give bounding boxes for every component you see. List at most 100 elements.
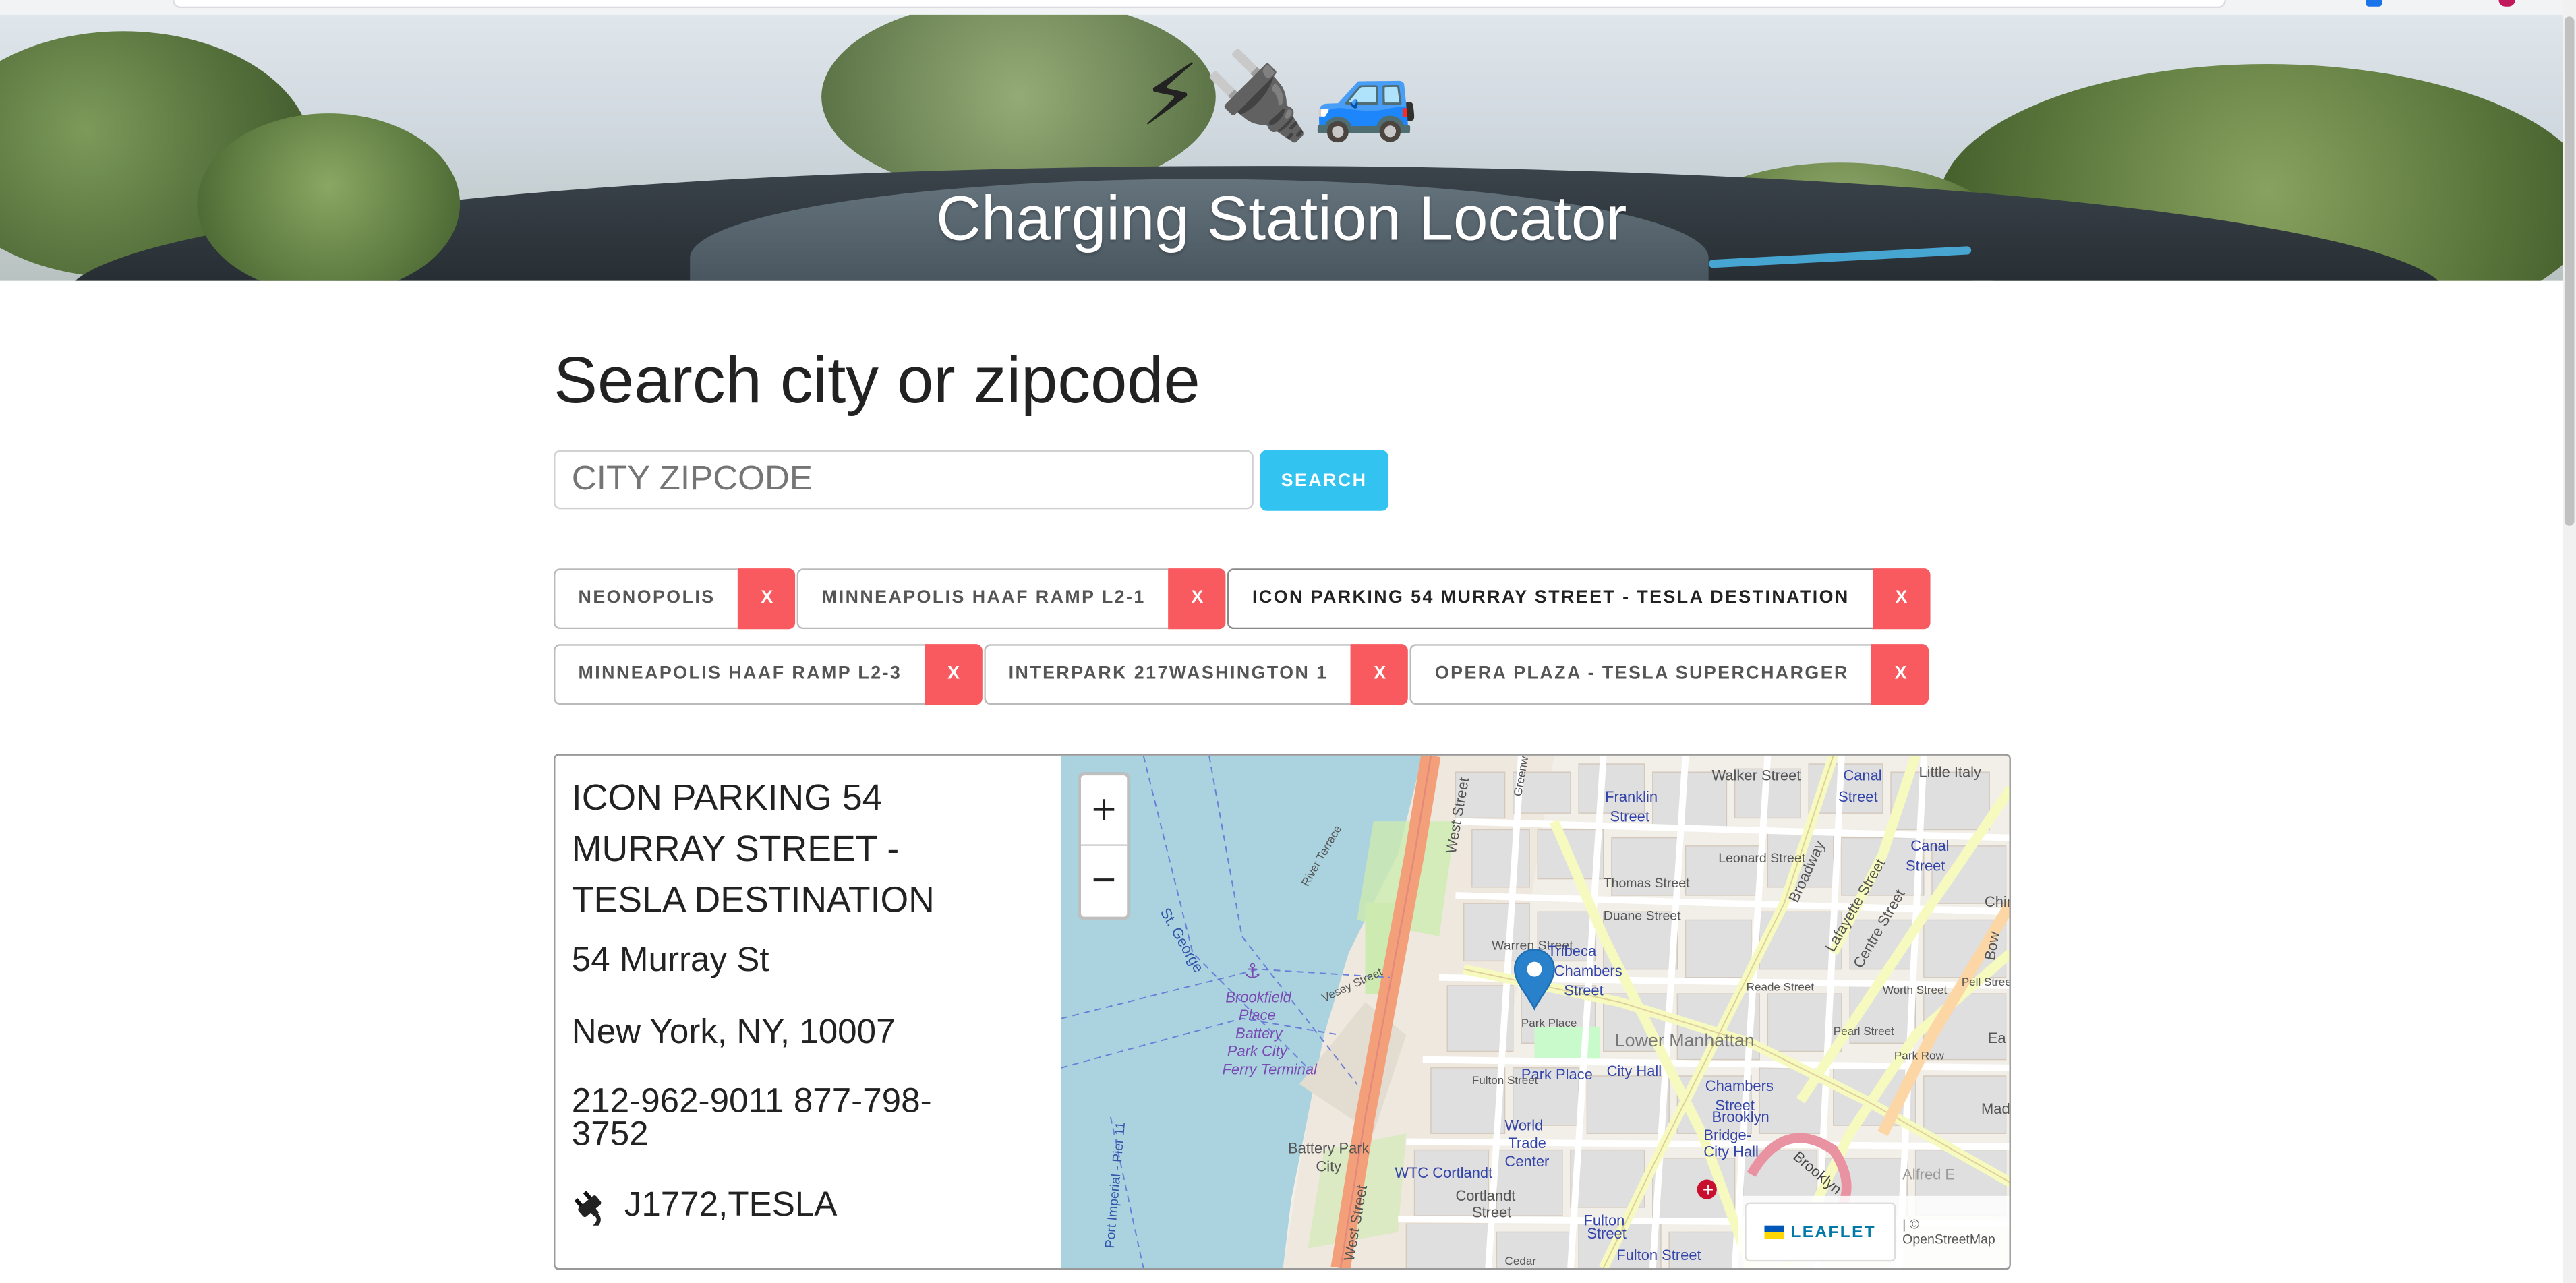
station-connector-types: J1772,TESLA: [624, 1186, 838, 1224]
map-label: Center: [1505, 1153, 1550, 1170]
map-label: Madis: [1981, 1100, 2011, 1117]
saved-stations-row: NEONOPOLIS X MINNEAPOLIS HAAF RAMP L2-1 …: [553, 568, 1931, 630]
map-label: City: [1316, 1158, 1341, 1174]
map-label: Place: [1239, 1007, 1276, 1023]
station-name: ICON PARKING 54 MURRAY STREET - TESLA DE…: [571, 777, 935, 920]
map-label: Bridge-: [1703, 1127, 1751, 1143]
map-label: Worth Street: [1883, 984, 1948, 996]
map-attribution: LEAFLET | © OpenStreetMap: [1738, 1195, 2010, 1269]
map[interactable]: Walker Street Canal Street Little Italy …: [1061, 755, 2011, 1269]
saved-station-chip: MINNEAPOLIS HAAF RAMP L2-1 X: [797, 568, 1227, 630]
map-label: Tribeca: [1548, 943, 1597, 959]
zoom-out-button[interactable]: −: [1081, 846, 1127, 917]
saved-station-button[interactable]: INTERPARK 217WASHINGTON 1: [984, 644, 1351, 705]
map-label: Street: [1587, 1225, 1626, 1242]
saved-station-chip: NEONOPOLIS X: [553, 568, 796, 630]
saved-stations: NEONOPOLIS X MINNEAPOLIS HAAF RAMP L2-1 …: [553, 568, 1931, 719]
ukraine-flag-icon: [1764, 1225, 1784, 1239]
map-label: Park City: [1227, 1043, 1289, 1060]
map-label: Battery: [1235, 1025, 1283, 1042]
remove-station-button[interactable]: X: [1872, 568, 1931, 630]
map-label: Park Row: [1894, 1050, 1945, 1063]
saved-station-button[interactable]: MINNEAPOLIS HAAF RAMP L2-3: [553, 644, 925, 705]
map-label: Street: [1472, 1204, 1511, 1221]
saved-station-chip: MINNEAPOLIS HAAF RAMP L2-3 X: [553, 644, 983, 705]
station-connectors: J1772,TESLA: [572, 1185, 1045, 1227]
map-label: Brooklyn: [1712, 1108, 1769, 1125]
map-label: Street: [1838, 788, 1877, 805]
map-label: Ferry Terminal: [1223, 1061, 1318, 1078]
remove-station-button[interactable]: X: [1168, 568, 1227, 630]
remove-station-button[interactable]: X: [925, 644, 983, 705]
map-label: Chambers: [1554, 962, 1622, 979]
map-label: Park Place: [1521, 1017, 1577, 1030]
station-city: New York, NY, 10007: [571, 1013, 896, 1052]
map-label: Fulton Street: [1616, 1247, 1701, 1263]
saved-stations-row: MINNEAPOLIS HAAF RAMP L2-3 X INTERPARK 2…: [553, 644, 1930, 705]
map-label: Canal: [1910, 837, 1949, 854]
map-label: City Hall: [1607, 1063, 1662, 1079]
search-button[interactable]: SEARCH: [1260, 450, 1388, 511]
map-label: Chambers: [1705, 1077, 1774, 1094]
remove-station-button[interactable]: X: [738, 568, 796, 630]
map-label: Street: [1906, 857, 1945, 874]
map-label: Franklin: [1605, 788, 1658, 805]
map-label: Alfred E: [1902, 1166, 1955, 1183]
search-input[interactable]: [553, 450, 1254, 510]
map-label: Pell Street: [1962, 976, 2011, 988]
station-info: ICON PARKING 54 MURRAY STREET - TESLA DE…: [555, 756, 1061, 1268]
saved-station-chip: OPERA PLAZA - TESLA SUPERCHARGER X: [1410, 644, 1930, 705]
map-label: Street: [1610, 808, 1649, 825]
map-label: WTC Cortlandt: [1395, 1164, 1492, 1181]
map-label: Battery Park: [1288, 1139, 1370, 1156]
page: ⚡🔌🚙 Charging Station Locator Search city…: [0, 0, 2576, 1283]
map-label: Reade Street: [1747, 980, 1815, 993]
map-label: Trade: [1508, 1135, 1546, 1152]
map-label: Thomas Street: [1604, 876, 1690, 891]
page-scrollbar[interactable]: [2563, 0, 2576, 1283]
map-label: City Hall: [1703, 1143, 1759, 1160]
leaflet-link[interactable]: LEAFLET: [1745, 1202, 1896, 1262]
profile-icon[interactable]: [2498, 0, 2515, 7]
map-label: Canal: [1843, 767, 1881, 783]
remove-station-button[interactable]: X: [1871, 644, 1930, 705]
plug-icon: [574, 1191, 602, 1226]
map-label: Lower Manhattan: [1615, 1030, 1755, 1050]
station-card: ICON PARKING 54 MURRAY STREET - TESLA DE…: [553, 754, 2011, 1270]
map-tiles[interactable]: Walker Street Canal Street Little Italy …: [1061, 755, 2011, 1269]
svg-text:+: +: [1702, 1181, 1714, 1198]
hero-emoji-icons: ⚡🔌🚙: [1140, 49, 1423, 145]
hero-banner: ⚡🔌🚙 Charging Station Locator: [0, 14, 2563, 281]
zoom-control: + −: [1078, 772, 1131, 920]
map-label: World: [1505, 1116, 1544, 1133]
map-label: Street: [1564, 982, 1603, 999]
map-label: Fulton Street: [1472, 1074, 1538, 1087]
ferry-anchor-icon: ⚓: [1243, 959, 1261, 982]
osm-attribution-link[interactable]: | © OpenStreetMap: [1902, 1218, 2009, 1247]
remove-station-button[interactable]: X: [1351, 644, 1409, 705]
map-label: Little Italy: [1919, 764, 1981, 781]
scrollbar-thumb[interactable]: [2564, 16, 2575, 526]
map-label: Walker Street: [1712, 767, 1801, 783]
page-title: Charging Station Locator: [936, 185, 1627, 255]
station-street: 54 Murray St: [571, 941, 769, 980]
browser-top-strip: [0, 0, 2576, 15]
search-heading: Search city or zipcode: [553, 345, 1200, 417]
map-label: Cedar: [1505, 1255, 1537, 1267]
saved-station-button[interactable]: ICON PARKING 54 MURRAY STREET - TESLA DE…: [1227, 568, 1873, 630]
map-label: Duane Street: [1604, 908, 1681, 923]
saved-station-button[interactable]: OPERA PLAZA - TESLA SUPERCHARGER: [1410, 644, 1872, 705]
zoom-in-button[interactable]: +: [1081, 775, 1128, 846]
map-label: Pearl Street: [1834, 1025, 1894, 1038]
map-label: Brookfield: [1225, 988, 1291, 1005]
map-label: Ea: [1988, 1030, 2007, 1046]
address-bar[interactable]: [172, 0, 2227, 9]
saved-station-button[interactable]: NEONOPOLIS: [553, 568, 738, 630]
saved-station-chip: INTERPARK 217WASHINGTON 1 X: [984, 644, 1409, 705]
map-label: Chin: [1985, 893, 2011, 910]
extension-icon[interactable]: [2366, 0, 2382, 7]
map-label: Cortlandt: [1455, 1187, 1515, 1204]
saved-station-chip: ICON PARKING 54 MURRAY STREET - TESLA DE…: [1227, 568, 1931, 630]
saved-station-button[interactable]: MINNEAPOLIS HAAF RAMP L2-1: [797, 568, 1169, 630]
map-label: Leonard Street: [1718, 851, 1805, 866]
